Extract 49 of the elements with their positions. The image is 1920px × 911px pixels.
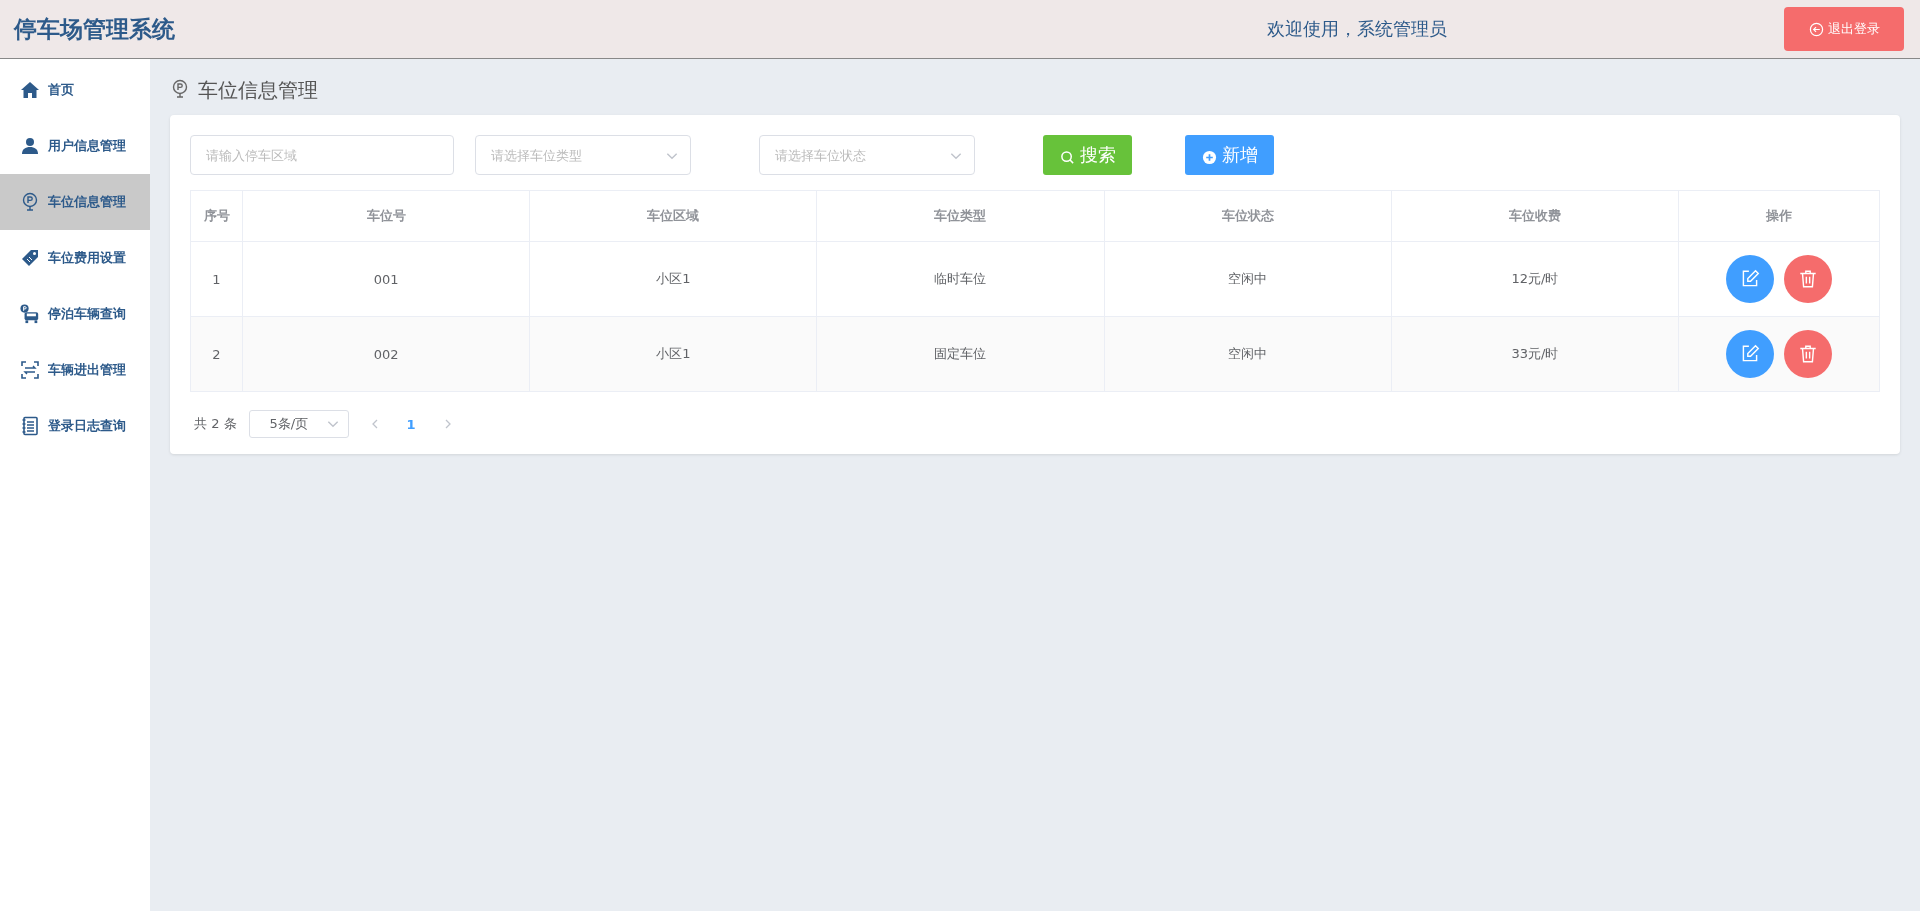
column-header: 序号 [190,190,243,242]
sidebar-item[interactable]: 登录日志查询 [0,398,150,454]
column-header: 车位状态 [1104,190,1392,242]
column-header: 车位区域 [529,190,817,242]
type-select[interactable]: 请选择车位类型 [475,135,691,175]
sidebar-item[interactable]: 车辆进出管理 [0,342,150,398]
edit-button[interactable] [1726,255,1774,303]
tag-icon [20,248,40,268]
trash-icon [1797,343,1819,365]
parking-icon [170,77,190,100]
page-title: 车位信息管理 [198,77,318,104]
home-icon [20,80,40,100]
column-header: 车位号 [242,190,530,242]
sidebar-item[interactable]: 首页 [0,62,150,118]
notebook-icon [20,416,40,436]
table-cell: 1 [212,271,221,287]
delete-button[interactable] [1784,330,1832,378]
trash-icon [1797,268,1819,290]
table-cell: 固定车位 [934,346,987,361]
column-header: 操作 [1678,190,1880,242]
user-icon [20,136,40,156]
table-cell: 临时车位 [934,271,987,286]
sidebar-item[interactable]: 车位信息管理 [0,174,150,230]
table-cell: 空闲中 [1228,271,1268,286]
total-count: 共 2 条 [194,415,237,433]
table-cell: 001 [373,271,399,287]
table-cell: 12元/时 [1511,271,1559,286]
table-cell: 小区1 [656,271,691,286]
sidebar-item[interactable]: 停泊车辆查询 [0,286,150,342]
table-cell: 小区1 [656,346,691,361]
edit-button[interactable] [1726,330,1774,378]
sidebar-item[interactable]: 车位费用设置 [0,230,150,286]
status-select[interactable]: 请选择车位状态 [759,135,975,175]
table-cell: 002 [373,346,399,362]
parking-icon [20,192,40,212]
table-cell: 33元/时 [1511,346,1559,361]
delete-button[interactable] [1784,255,1832,303]
scan-icon [20,360,40,380]
table-cell: 空闲中 [1228,346,1268,361]
welcome-text: 欢迎使用，系统管理员 [1267,17,1447,41]
column-header: 车位类型 [816,190,1105,242]
table-cell: 2 [212,346,221,362]
column-header: 车位收费 [1391,190,1679,242]
area-input-field[interactable]: 请输入停车区域 [190,135,454,175]
parked-car-icon [20,304,40,324]
sidebar-item[interactable]: 用户信息管理 [0,118,150,174]
logout-icon [1808,21,1824,37]
page-size-select[interactable]: 5条/页 [248,410,349,438]
app-title: 停车场管理系统 [14,14,175,44]
